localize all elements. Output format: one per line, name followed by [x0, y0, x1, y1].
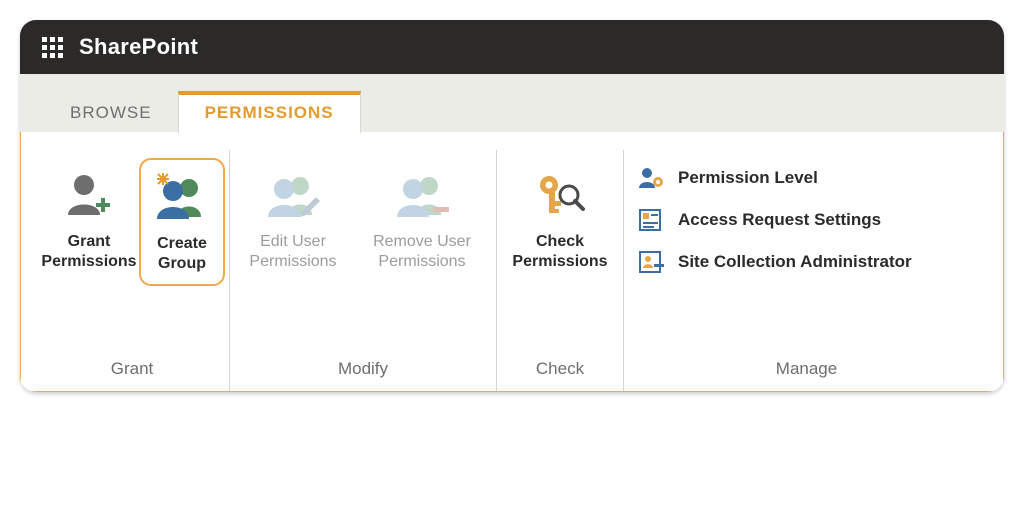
group-manage-label: Manage	[776, 349, 837, 391]
create-group-button[interactable]: Create Group	[139, 158, 225, 286]
user-add-icon	[62, 168, 116, 224]
edit-user-permissions-label: Edit User Permissions	[240, 232, 346, 272]
group-check: Check Permissions Check	[497, 150, 624, 391]
group-new-icon	[153, 170, 211, 226]
form-user-icon	[638, 206, 666, 234]
manage-list: Permission Level Access R	[628, 158, 926, 282]
group-check-label: Check	[536, 349, 584, 391]
titlebar: SharePoint	[20, 20, 1004, 74]
group-edit-icon	[264, 168, 322, 224]
tab-permissions[interactable]: PERMISSIONS	[178, 91, 361, 133]
access-request-settings-label: Access Request Settings	[678, 210, 881, 230]
remove-user-permissions-label: Remove User Permissions	[358, 232, 486, 272]
tab-strip: BROWSE PERMISSIONS	[20, 74, 1004, 132]
admin-user-icon	[638, 248, 666, 276]
window: SharePoint BROWSE PERMISSIONS	[20, 20, 1004, 392]
permission-level-button[interactable]: Permission Level	[638, 164, 912, 192]
app-launcher-icon[interactable]	[42, 37, 63, 58]
grant-permissions-label: Grant Permissions	[41, 232, 136, 272]
permission-level-label: Permission Level	[678, 168, 818, 188]
group-remove-icon	[393, 168, 451, 224]
key-search-icon	[533, 168, 587, 224]
group-modify: Edit User Permissions Remove User Permis…	[230, 150, 497, 391]
check-permissions-button[interactable]: Check Permissions	[501, 158, 619, 282]
grant-permissions-button[interactable]: Grant Permissions	[39, 158, 139, 282]
group-grant: Grant Permissions	[35, 150, 230, 391]
check-permissions-label: Check Permissions	[507, 232, 613, 272]
group-grant-label: Grant	[111, 349, 154, 391]
create-group-label: Create Group	[147, 234, 217, 274]
site-collection-admin-button[interactable]: Site Collection Administrator	[638, 248, 912, 276]
edit-user-permissions-button[interactable]: Edit User Permissions	[234, 158, 352, 282]
site-collection-admin-label: Site Collection Administrator	[678, 252, 912, 272]
people-gear-icon	[638, 164, 666, 192]
tab-browse[interactable]: BROWSE	[44, 91, 178, 133]
ribbon: Grant Permissions	[20, 132, 1004, 392]
group-modify-label: Modify	[338, 349, 388, 391]
access-request-settings-button[interactable]: Access Request Settings	[638, 206, 912, 234]
remove-user-permissions-button[interactable]: Remove User Permissions	[352, 158, 492, 282]
app-title: SharePoint	[79, 34, 198, 60]
group-manage: Permission Level Access R	[624, 150, 989, 391]
